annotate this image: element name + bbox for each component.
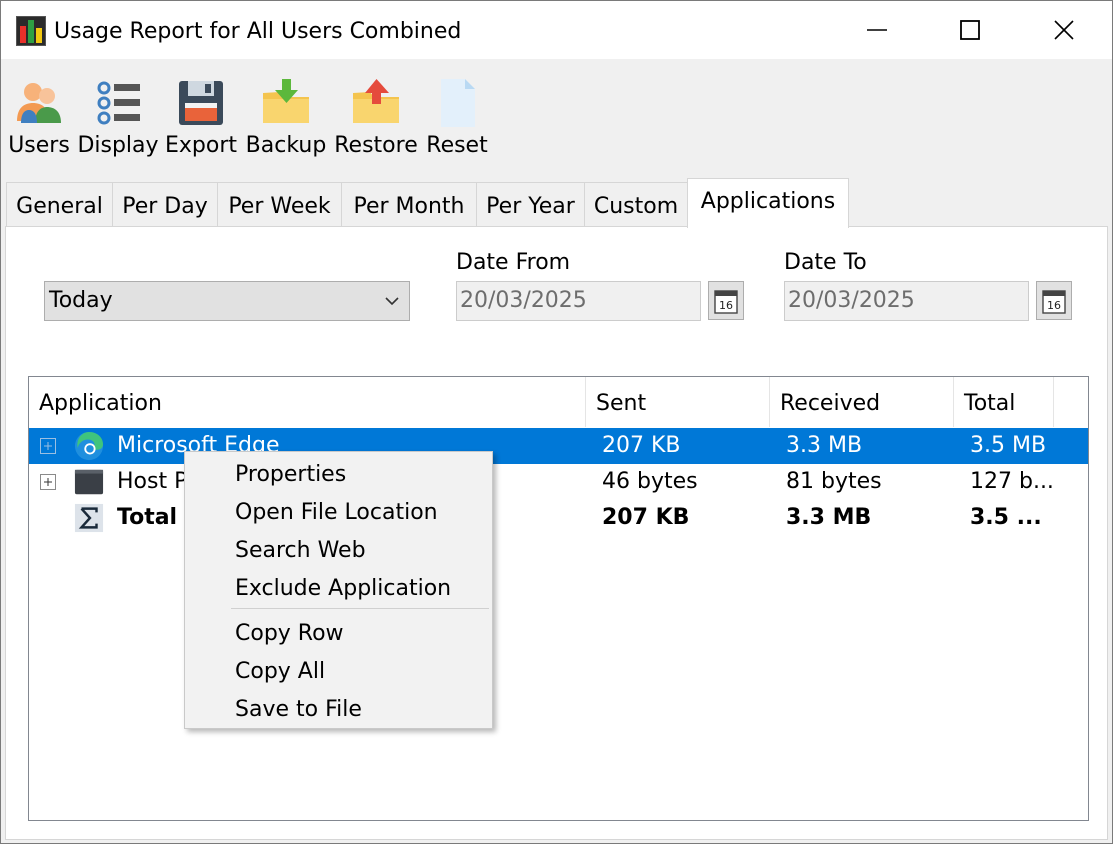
table-header: Application Sent Received Total (29, 377, 1088, 427)
applications-panel: Today Date From 20/03/2025 16 Date To 20… (5, 226, 1108, 840)
host-process-icon (74, 469, 104, 495)
minimize-icon (867, 29, 887, 31)
menu-item-search-web[interactable]: Search Web (185, 533, 492, 569)
close-icon (1054, 20, 1074, 40)
folder-up-arrow-icon (353, 79, 399, 123)
display-button-label: Display (77, 133, 159, 158)
cell-sent: 46 bytes (602, 469, 698, 494)
users-button[interactable]: Users (5, 59, 73, 167)
period-dropdown[interactable]: Today (44, 281, 410, 321)
maximize-button[interactable] (924, 1, 1016, 59)
floppy-disk-icon (179, 81, 223, 125)
chevron-down-icon (385, 297, 399, 306)
toolbar: Users Display Export Backup Restore Rese… (1, 59, 1112, 167)
date-from-calendar-button[interactable]: 16 (708, 281, 744, 320)
column-header-total[interactable]: Total (954, 377, 1054, 427)
window-title: Usage Report for All Users Combined (54, 19, 462, 44)
menu-item-save-to-file[interactable]: Save to File (185, 692, 492, 728)
tab-per-year[interactable]: Per Year (476, 182, 585, 227)
cell-sent: 207 KB (602, 505, 690, 530)
folder-down-arrow-icon (263, 79, 309, 123)
date-from-field[interactable]: 20/03/2025 (456, 281, 701, 321)
calendar-icon: 16 (1042, 289, 1066, 314)
tab-per-month[interactable]: Per Month (341, 182, 477, 227)
backup-button-label: Backup (245, 133, 327, 158)
tab-general[interactable]: General (6, 182, 113, 227)
date-to-calendar-button[interactable]: 16 (1036, 281, 1072, 320)
context-menu: Properties Open File Location Search Web… (184, 451, 493, 729)
date-to-field[interactable]: 20/03/2025 (784, 281, 1029, 321)
backup-button[interactable]: Backup (244, 59, 328, 167)
sigma-icon (74, 503, 104, 533)
restore-button[interactable]: Restore (333, 59, 419, 167)
bar-chart-app-icon (16, 16, 46, 46)
export-button-label: Export (164, 133, 237, 158)
svg-text:16: 16 (719, 299, 733, 312)
expand-icon[interactable] (40, 474, 56, 490)
cell-received: 81 bytes (786, 469, 882, 494)
restore-button-label: Restore (334, 133, 418, 158)
reset-button[interactable]: Reset (424, 59, 490, 167)
cell-total: 3.5 ... (970, 505, 1042, 530)
menu-item-copy-all[interactable]: Copy All (185, 654, 492, 690)
date-from-label: Date From (456, 250, 571, 275)
svg-text:16: 16 (1047, 299, 1061, 312)
menu-separator (231, 608, 489, 609)
edge-browser-icon (74, 431, 104, 461)
menu-item-exclude-application[interactable]: Exclude Application (185, 571, 492, 607)
column-header-sent[interactable]: Sent (586, 377, 770, 427)
cell-total: 3.5 MB (970, 433, 1047, 458)
cell-received: 3.3 MB (786, 505, 872, 530)
minimize-button[interactable] (831, 1, 923, 59)
blank-document-icon (441, 79, 475, 127)
menu-item-open-file-location[interactable]: Open File Location (185, 495, 492, 531)
maximize-icon (960, 20, 980, 40)
cell-total: 127 b... (970, 469, 1054, 494)
date-to-label: Date To (784, 250, 867, 275)
period-dropdown-value: Today (49, 288, 113, 313)
menu-item-properties[interactable]: Properties (185, 457, 492, 493)
export-button[interactable]: Export (164, 59, 238, 167)
tab-custom[interactable]: Custom (584, 182, 688, 227)
close-button[interactable] (1018, 1, 1110, 59)
cell-received: 3.3 MB (786, 433, 863, 458)
tab-per-day[interactable]: Per Day (112, 182, 218, 227)
expand-icon[interactable] (40, 438, 56, 454)
tab-applications[interactable]: Applications (687, 178, 849, 228)
column-header-received[interactable]: Received (770, 377, 954, 427)
cell-sent: 207 KB (602, 433, 681, 458)
column-header-application[interactable]: Application (29, 377, 586, 427)
reset-button-label: Reset (426, 133, 488, 158)
users-button-label: Users (8, 133, 70, 158)
calendar-icon: 16 (714, 289, 738, 314)
display-list-icon (97, 81, 140, 125)
users-icon (17, 83, 61, 123)
menu-item-copy-row[interactable]: Copy Row (185, 616, 492, 652)
app-window: Usage Report for All Users Combined User… (0, 0, 1113, 844)
tab-per-week[interactable]: Per Week (217, 182, 342, 227)
title-bar: Usage Report for All Users Combined (1, 1, 1112, 59)
display-button[interactable]: Display (77, 59, 159, 167)
